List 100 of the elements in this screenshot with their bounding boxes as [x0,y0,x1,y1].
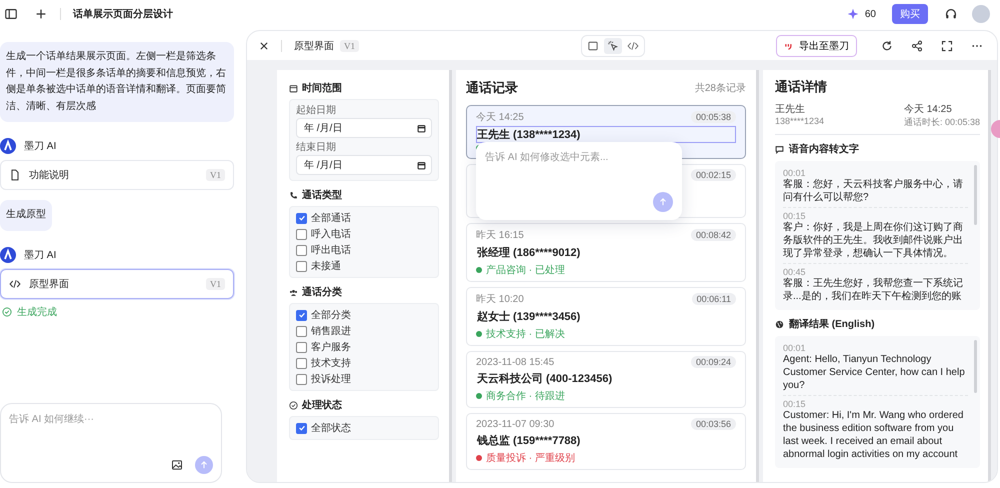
call-time: 2023-11-07 09:30 [476,418,554,430]
filter-section-title: 通话类型 [302,188,342,202]
buy-button[interactable]: 购买 [892,4,928,24]
artifact-title: 功能说明 [29,168,70,182]
duration-badge: 00:06:11 [692,293,736,305]
export-button[interactable]: 导出至墨刀 [776,34,857,56]
checkbox[interactable] [296,212,307,224]
timestamp: 00:01 [783,168,807,178]
arrow-up-icon [199,460,209,470]
version-badge: V1 [206,169,225,181]
check-circle-icon [2,306,12,316]
refresh-icon[interactable] [881,40,893,52]
plus-icon[interactable] [34,7,48,21]
call-time: 今天 14:25 [904,103,953,116]
frame-icon [586,40,598,52]
utterance-text: Customer: Hi, I'm Mr. Wang who ordered the business edition software from you last week. I received an email about abnormal login activities on my account [783,409,964,461]
sidebar-toggle-icon[interactable] [4,7,18,21]
user-message: 生成一个话单结果展示页面。左侧一栏是筛选条件，中间一栏是很多条话单的摘要和信息预览，右侧是单条被选中话单的语音详情和翻译。页面要简洁、清晰、有层次感 [0,42,234,122]
close-icon[interactable] [259,40,269,50]
filter-section-title: 通话分类 [302,286,342,299]
checkbox[interactable] [296,228,307,240]
utterance-text: Agent: Hello, Tianyun Technology Customer Service Center, how can I help you? [783,353,966,392]
version-badge: V1 [206,278,225,290]
call-record-card[interactable]: 2023-11-07 09:30 00:03:56 钱总监 (159****7788) 质量投诉 · 严重级别 [466,413,746,470]
checkbox[interactable] [296,310,307,320]
checkbox-label[interactable]: 全部通话 [311,211,351,225]
checkbox[interactable] [296,374,307,384]
caller-name: 王先生 [775,102,806,116]
check-circle-icon [289,400,298,410]
share-icon[interactable] [911,40,923,52]
ai-sender-name: 墨刀 AI [24,140,56,153]
duration-badge: 00:08:42 [690,229,736,241]
code-icon [626,40,638,52]
pointer-icon [606,40,618,52]
credits-count: 60 [864,8,876,20]
duration-badge: 00:02:15 [690,169,736,181]
calendar-icon[interactable] [417,160,426,170]
globe-icon [775,320,784,328]
checkbox[interactable] [296,326,307,336]
scrollbar[interactable] [974,340,977,393]
utterance-text: 客服：您好，天云科技客户服务中心，请问有什么可以帮您? [783,178,964,204]
call-status: 商务合作 · 待跟进 [486,390,565,403]
filter-section-title: 处理状态 [302,398,342,412]
artifact-card[interactable]: 功能说明 V1 [0,160,234,190]
headset-icon[interactable] [944,7,958,21]
call-status: 技术支持 · 已解决 [486,328,565,341]
arrow-up-icon [658,197,668,207]
duration-badge: 00:09:24 [690,356,736,368]
records-title: 通话记录 [466,79,518,97]
checkbox[interactable] [296,422,307,434]
utterance-text: 客户：你好，我是上周在你们这订购了商务版软件的王先生。我收到邮件说账户出现了异常登录，想确认一下具体情况。 [783,221,964,260]
checkbox-label[interactable]: 销售跟进 [311,324,351,338]
caller-name: 张经理 (186****9012) [476,246,582,261]
fullscreen-icon[interactable] [941,40,953,52]
checkbox-label[interactable]: 全部状态 [311,421,351,435]
call-status: 质量投诉 · 严重级别 [486,452,575,465]
section-title: 翻译结果 (English) [789,318,875,331]
checkbox-label[interactable]: 全部分类 [311,308,351,322]
call-record-card[interactable]: 2023-11-08 15:45 00:09:24 天云科技公司 (400-123456) 商务合作 · 待跟进 [466,351,746,408]
checkbox-label[interactable]: 呼入电话 [311,227,351,241]
date-label: 起始日期 [296,104,337,117]
checkbox-label[interactable]: 未接通 [311,259,341,273]
preview-title: 原型界面 [294,40,334,52]
detail-title: 通话详情 [775,78,828,96]
checkbox[interactable] [296,244,307,256]
checkbox-label[interactable]: 技术支持 [311,356,351,370]
checkbox[interactable] [296,260,307,272]
caller-name: 天云科技公司 (400-123456) [476,372,614,387]
checkbox[interactable] [296,358,307,368]
chat-input-box[interactable]: 告诉 AI 如何继续··· [0,403,222,483]
timestamp: 00:15 [783,399,807,409]
scrollbar[interactable] [974,165,977,225]
caller-name: 钱总监 (159****7788) [476,434,582,449]
checkbox-label[interactable]: 呼出电话 [311,243,351,257]
document-icon [9,169,21,181]
artifact-card[interactable]: 原型界面 V1 [0,268,234,298]
phone-icon [289,190,298,200]
checkbox[interactable] [296,342,307,352]
timestamp: 00:01 [783,343,807,353]
utterance-text: 客服：王先生您好，我帮您查一下系统记录...是的，我们在昨天下午检测到您的账 [783,277,964,303]
date-field[interactable]: 年 /月/日 [296,118,432,138]
call-time: 昨天 10:20 [476,293,524,306]
checkbox-label[interactable]: 投诉处理 [311,372,351,386]
checkbox-label[interactable]: 客户服务 [311,340,351,354]
call-record-card[interactable]: 昨天 16:15 00:08:42 张经理 (186****9012) 产品咨询 · 已处理 [466,223,746,282]
view-mode-button[interactable] [604,38,622,54]
records-count: 共28条记录 [694,82,746,95]
call-record-card[interactable]: 昨天 10:20 00:06:11 赵女士 (139****3456) 技术支持 · 已解决 [466,287,746,346]
date-field[interactable]: 年 /月/日 [296,155,432,175]
image-icon[interactable] [171,459,183,471]
people-icon [289,288,298,296]
filter-section-title: 时间范围 [302,82,342,95]
duration-badge: 00:05:38 [690,111,736,123]
calendar-icon[interactable] [417,124,426,132]
duration-badge: 00:03:56 [690,418,736,430]
message-input[interactable]: 告诉 AI 如何继续··· [9,412,213,456]
message-icon [775,144,784,154]
caller-name: 赵女士 (139****3456) [476,310,582,325]
timestamp: 00:15 [783,211,807,221]
section-title: 语音内容转文字 [789,142,859,156]
